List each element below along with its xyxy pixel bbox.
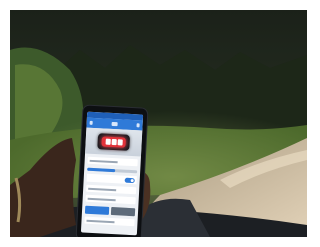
smartphone	[76, 105, 148, 237]
option-label	[88, 187, 116, 191]
menu-icon[interactable]	[89, 120, 93, 125]
device-preview	[85, 127, 143, 157]
secondary-button[interactable]	[110, 207, 136, 217]
light-device-icon[interactable]	[97, 133, 131, 151]
option-row[interactable]	[87, 156, 138, 167]
light-bar	[101, 136, 126, 148]
night-photo	[10, 10, 307, 237]
primary-button[interactable]	[84, 205, 110, 215]
app-title-placeholder	[111, 121, 118, 127]
led-segment	[105, 138, 111, 145]
option-row[interactable]	[85, 194, 136, 205]
brightness-slider[interactable]	[87, 167, 138, 174]
option-row[interactable]	[84, 216, 135, 227]
settings-icon[interactable]	[136, 123, 140, 128]
strobe-toggle-row[interactable]	[86, 173, 137, 185]
option-row[interactable]	[86, 184, 137, 195]
strobe-toggle[interactable]	[124, 177, 135, 183]
night-road-scene	[10, 10, 307, 237]
option-label	[87, 197, 116, 201]
phone-screen	[80, 111, 144, 236]
led-segment	[117, 139, 123, 146]
option-label	[89, 159, 118, 163]
option-label	[86, 219, 115, 223]
brightness-slider-fill	[87, 167, 115, 173]
action-buttons	[84, 205, 136, 217]
led-segment	[111, 138, 117, 146]
